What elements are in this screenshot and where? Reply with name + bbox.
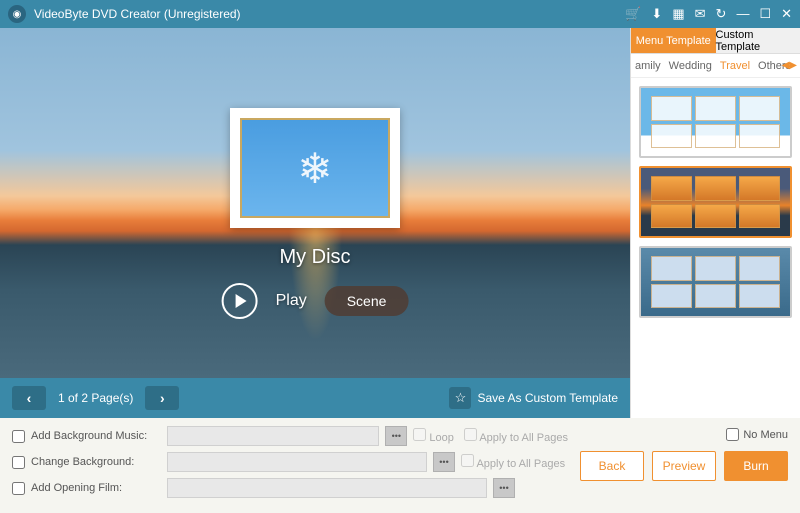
pager-bar: ‹ 1 of 2 Page(s) › ☆ Save As Custom Temp… <box>0 378 630 418</box>
no-menu-checkbox[interactable] <box>726 428 739 441</box>
add-film-label: Add Opening Film: <box>31 482 161 494</box>
close-icon[interactable]: ✕ <box>781 6 792 22</box>
burn-button[interactable]: Burn <box>724 451 788 481</box>
play-label[interactable]: Play <box>276 292 307 310</box>
apply-all-bg-label: Apply to All Pages <box>476 458 565 470</box>
menu-controls: Play Scene <box>222 283 409 319</box>
apply-all-bg-checkbox <box>461 454 474 467</box>
tab-menu-template[interactable]: Menu Template <box>631 28 716 53</box>
bg-browse-button[interactable]: ••• <box>433 452 455 472</box>
cart-icon[interactable]: 🛒 <box>625 6 641 22</box>
page-icon[interactable]: ▦ <box>672 6 684 22</box>
loop-checkbox <box>413 428 426 441</box>
add-music-checkbox[interactable] <box>12 430 25 443</box>
template-thumb[interactable] <box>639 246 792 318</box>
scene-button[interactable]: Scene <box>325 286 409 316</box>
maximize-icon[interactable]: ☐ <box>759 6 771 22</box>
history-icon[interactable]: ↻ <box>716 6 727 22</box>
thumbnail-image: ❄ <box>240 118 390 218</box>
preview-area: ❄ My Disc Play Scene ‹ 1 of 2 Page(s) › … <box>0 28 630 418</box>
options-column: Add Background Music: ••• Loop Apply to … <box>12 426 568 505</box>
change-bg-label: Change Background: <box>31 456 161 468</box>
template-thumb[interactable] <box>639 86 792 158</box>
option-row-background: Change Background: ••• Apply to All Page… <box>12 452 568 472</box>
loop-label: Loop <box>429 432 453 444</box>
titlebar-controls: 🛒 ⬇ ▦ ✉ ↻ — ☐ ✕ <box>625 6 792 22</box>
save-template-label: Save As Custom Template <box>477 391 618 405</box>
back-button[interactable]: Back <box>580 451 644 481</box>
template-sidebar: Menu Template Custom Template amily Wedd… <box>630 28 800 418</box>
option-row-opening: Add Opening Film: ••• <box>12 478 568 498</box>
apply-all-label: Apply to All Pages <box>479 432 568 444</box>
key-icon[interactable]: ⬇ <box>651 6 662 22</box>
disc-title[interactable]: My Disc <box>279 246 350 269</box>
save-as-template-button[interactable]: ☆ Save As Custom Template <box>449 387 618 409</box>
main-area: ❄ My Disc Play Scene ‹ 1 of 2 Page(s) › … <box>0 28 800 418</box>
category-wedding[interactable]: Wedding <box>669 60 712 72</box>
category-tabs: amily Wedding Travel Others ◀▶ <box>631 54 800 78</box>
no-menu-option: No Menu <box>726 428 788 441</box>
category-scroll-icon[interactable]: ◀▶ <box>782 60 797 71</box>
preview-button[interactable]: Preview <box>652 451 716 481</box>
category-travel[interactable]: Travel <box>720 60 750 72</box>
app-title: VideoByte DVD Creator (Unregistered) <box>34 7 625 21</box>
menu-preview: ❄ My Disc Play Scene <box>0 28 630 378</box>
apply-all-music-checkbox <box>464 428 477 441</box>
option-row-music: Add Background Music: ••• Loop Apply to … <box>12 426 568 446</box>
play-icon[interactable] <box>222 283 258 319</box>
film-browse-button[interactable]: ••• <box>493 478 515 498</box>
action-buttons: Back Preview Burn <box>580 451 788 481</box>
template-list <box>631 78 800 418</box>
app-logo-icon: ◉ <box>8 5 26 23</box>
category-family[interactable]: amily <box>635 60 661 72</box>
film-path-input[interactable] <box>167 478 487 498</box>
page-prev-button[interactable]: ‹ <box>12 386 46 410</box>
bottom-panel: Add Background Music: ••• Loop Apply to … <box>0 418 800 513</box>
bg-path-input[interactable] <box>167 452 427 472</box>
add-film-checkbox[interactable] <box>12 482 25 495</box>
template-thumb[interactable] <box>639 166 792 238</box>
tab-custom-template[interactable]: Custom Template <box>716 28 800 53</box>
action-column: No Menu Back Preview Burn <box>580 426 788 505</box>
template-type-tabs: Menu Template Custom Template <box>631 28 800 54</box>
page-indicator: 1 of 2 Page(s) <box>58 391 133 405</box>
minimize-icon[interactable]: — <box>736 6 749 22</box>
music-path-input[interactable] <box>167 426 379 446</box>
snowflake-icon: ❄ <box>297 144 332 193</box>
add-music-label: Add Background Music: <box>31 430 161 442</box>
page-next-button[interactable]: › <box>145 386 179 410</box>
titlebar: ◉ VideoByte DVD Creator (Unregistered) 🛒… <box>0 0 800 28</box>
change-bg-checkbox[interactable] <box>12 456 25 469</box>
no-menu-label: No Menu <box>743 429 788 441</box>
star-icon: ☆ <box>449 387 471 409</box>
chat-icon[interactable]: ✉ <box>695 6 706 22</box>
thumbnail-frame[interactable]: ❄ <box>230 108 400 228</box>
music-browse-button[interactable]: ••• <box>385 426 407 446</box>
